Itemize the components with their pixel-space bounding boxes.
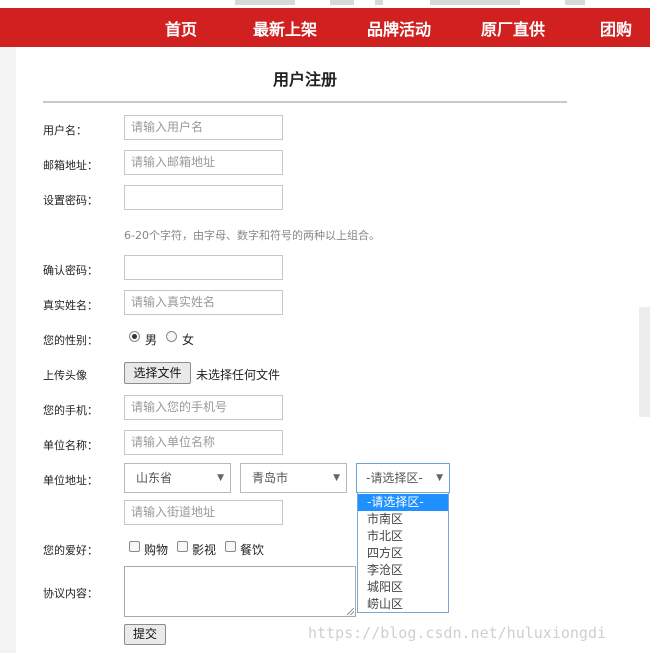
province-select[interactable]: 山东省 ▼ [124, 463, 231, 493]
username-input[interactable]: 请输入用户名 [124, 115, 283, 140]
district-option[interactable]: 城阳区 [358, 579, 448, 596]
nav-item-new-arrivals[interactable]: 最新上架 [253, 16, 317, 40]
agreement-label: 协议内容： [43, 587, 98, 600]
nav-item-group-buy[interactable]: 团购 [600, 16, 632, 40]
city-select[interactable]: 青岛市 ▼ [240, 463, 347, 493]
district-option[interactable]: 市北区 [358, 528, 448, 545]
address-label: 单位地址： [43, 474, 98, 487]
district-dropdown-list: -请选择区- 市南区 市北区 四方区 李沧区 城阳区 崂山区 [357, 492, 449, 613]
district-value: -请选择区- [366, 471, 423, 485]
district-option[interactable]: 崂山区 [358, 596, 448, 613]
province-value: 山东省 [136, 471, 173, 485]
gender-male-radio[interactable] [129, 331, 140, 342]
page-title: 用户注册 [272, 70, 337, 89]
company-input[interactable]: 请输入单位名称 [124, 430, 283, 455]
password-hint: 6-20个字符，由字母、数字和符号的两种以上组合。 [124, 229, 380, 242]
realname-input[interactable]: 请输入真实姓名 [124, 290, 283, 315]
confirm-password-label: 确认密码： [43, 264, 98, 277]
district-option[interactable]: 四方区 [358, 545, 448, 562]
email-input[interactable]: 请输入邮箱地址 [124, 150, 283, 175]
district-option[interactable]: -请选择区- [358, 494, 448, 511]
submit-button[interactable]: 提交 [124, 624, 166, 645]
gender-female-radio[interactable] [166, 331, 177, 342]
city-value: 青岛市 [252, 471, 289, 485]
avatar-label: 上传头像 [43, 369, 87, 382]
district-option[interactable]: 李沧区 [358, 562, 448, 579]
district-option[interactable]: 市南区 [358, 511, 448, 528]
realname-label: 真实姓名： [43, 299, 98, 312]
main-nav: 首页 最新上架 品牌活动 原厂直供 团购 [0, 8, 650, 47]
username-label: 用户名： [43, 124, 87, 137]
agreement-textarea[interactable] [124, 566, 356, 617]
gender-label: 您的性别： [43, 334, 98, 347]
phone-label: 您的手机： [43, 404, 98, 417]
chevron-down-icon: ▼ [436, 473, 443, 483]
top-banner-strip [0, 0, 650, 8]
nav-item-brand-events[interactable]: 品牌活动 [367, 16, 431, 40]
chevron-down-icon: ▼ [333, 473, 340, 483]
company-label: 单位名称： [43, 439, 98, 452]
email-label: 邮箱地址： [43, 159, 98, 172]
choose-file-button[interactable]: 选择文件 [124, 362, 191, 384]
hobby-movies-checkbox[interactable] [177, 541, 188, 552]
gender-male-label: 男 [145, 333, 158, 347]
title-divider [43, 101, 567, 103]
phone-input[interactable]: 请输入您的手机号 [124, 395, 283, 420]
district-select[interactable]: -请选择区- ▼ [356, 463, 450, 493]
password-label: 设置密码： [43, 194, 98, 207]
chevron-down-icon: ▼ [217, 473, 224, 483]
hobby-dining-checkbox[interactable] [225, 541, 236, 552]
nav-item-factory-direct[interactable]: 原厂直供 [481, 16, 545, 40]
hobbies-label: 您的爱好： [43, 544, 98, 557]
street-input[interactable]: 请输入街道地址 [124, 500, 283, 525]
hobby-movies-label: 影视 [192, 543, 217, 557]
hobby-shopping-label: 购物 [144, 543, 169, 557]
hobby-shopping-checkbox[interactable] [129, 541, 140, 552]
left-gutter [0, 47, 16, 653]
hobby-dining-label: 餐饮 [240, 543, 265, 557]
watermark-text: https://blog.csdn.net/huluxiongdi [308, 624, 607, 642]
nav-item-home[interactable]: 首页 [165, 16, 197, 40]
right-gutter [633, 47, 650, 653]
gender-female-label: 女 [182, 333, 195, 347]
resize-handle-icon[interactable] [347, 608, 354, 615]
file-status: 未选择任何文件 [196, 368, 281, 382]
password-input[interactable] [124, 185, 283, 210]
confirm-password-input[interactable] [124, 255, 283, 280]
